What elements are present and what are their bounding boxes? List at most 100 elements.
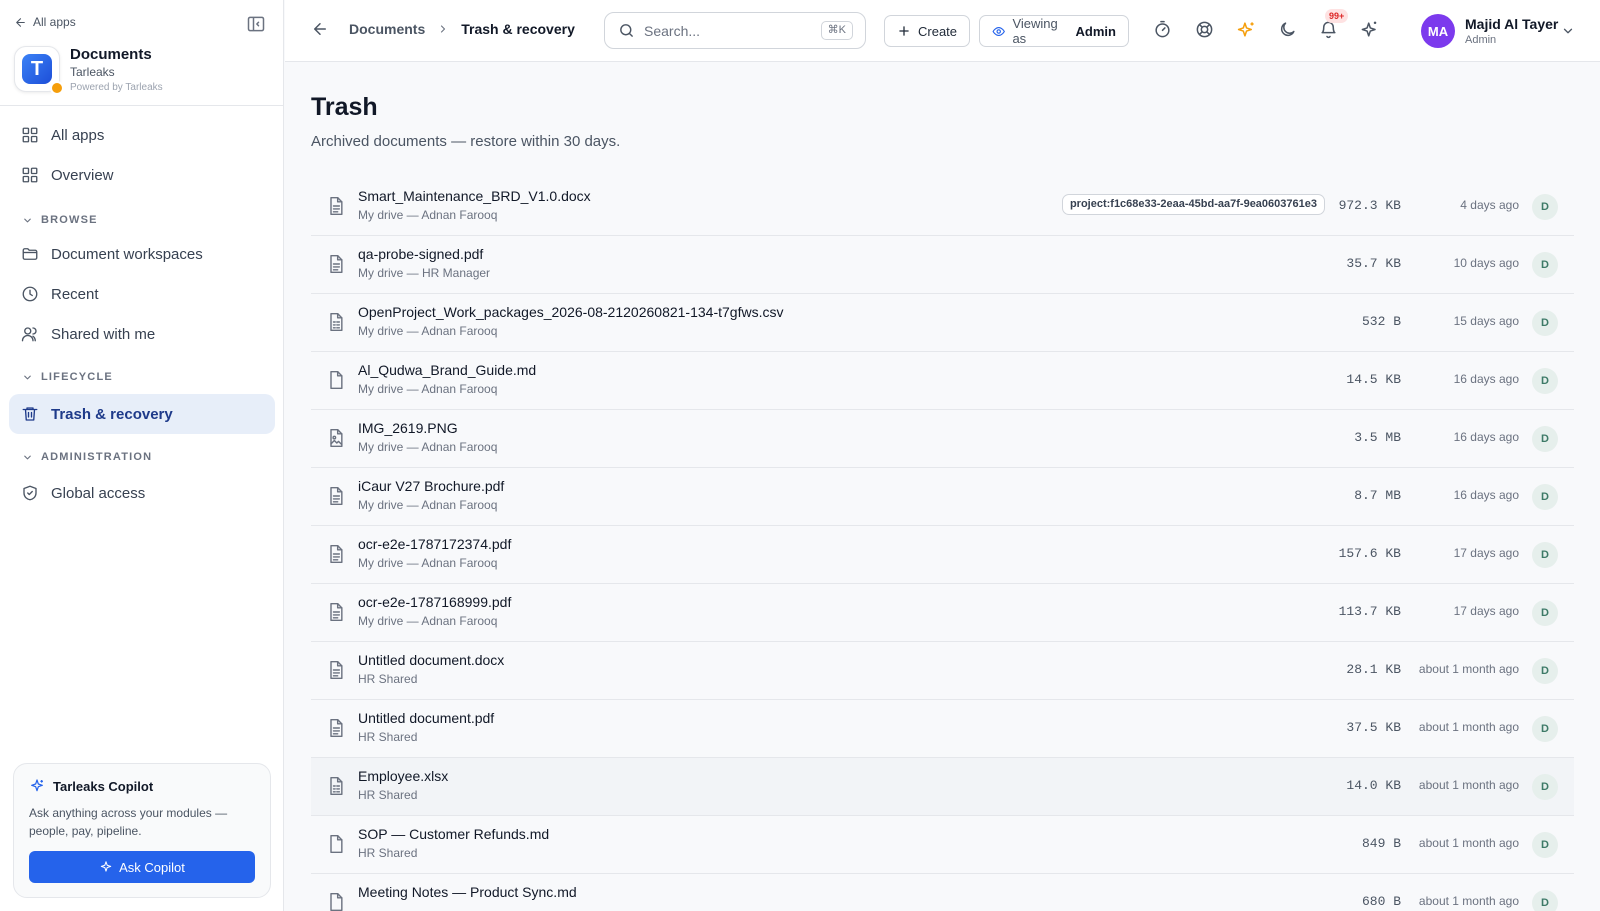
timer-button[interactable] <box>1153 20 1175 42</box>
file-date: 10 days ago <box>1453 256 1519 270</box>
sidebar-item-label: Overview <box>51 166 114 184</box>
file-row[interactable]: qa-probe-signed.pdf My drive — HR Manager… <box>311 236 1574 294</box>
grid-icon <box>22 167 38 183</box>
topbar: Documents Trash & recovery ⌘K Create Vie… <box>285 0 1600 62</box>
sidebar-item-label: All apps <box>51 126 105 144</box>
chevron-down-icon <box>24 375 31 379</box>
dark-mode-toggle[interactable] <box>1278 20 1300 42</box>
file-date: 16 days ago <box>1453 372 1519 386</box>
file-row[interactable]: Untitled document.docx HR Shared 28.1 KB ab… <box>311 642 1574 700</box>
lifebuoy-icon <box>1196 21 1213 38</box>
file-date: 15 days ago <box>1453 314 1519 328</box>
file-size: 849 B <box>1361 836 1401 851</box>
file-date: 4 days ago <box>1460 198 1519 212</box>
page-subtitle: Archived documents — restore within 30 d… <box>311 133 621 150</box>
ai-sparkle-button[interactable] <box>1237 20 1259 42</box>
owner-badge[interactable]: D <box>1532 832 1558 858</box>
owner-badge[interactable]: D <box>1532 600 1558 626</box>
back-button[interactable] <box>311 20 331 40</box>
owner-badge[interactable]: D <box>1532 194 1558 220</box>
owner-badge[interactable]: D <box>1532 484 1558 510</box>
owner-badge[interactable]: D <box>1532 890 1558 911</box>
app-title: Documents <box>70 46 152 63</box>
file-text-icon <box>326 254 346 276</box>
sidebar-collapse-button[interactable] <box>246 14 268 36</box>
breadcrumb: Documents Trash & recovery <box>349 21 575 37</box>
file-row[interactable]: Untitled document.pdf HR Shared 37.5 KB abo… <box>311 700 1574 758</box>
section-lifecycle-toggle[interactable]: LIFECYCLE <box>22 371 113 383</box>
notifications-button[interactable] <box>1319 20 1341 42</box>
section-browse-toggle[interactable]: BROWSE <box>22 214 98 226</box>
section-administration-toggle[interactable]: ADMINISTRATION <box>22 451 152 463</box>
owner-badge[interactable]: D <box>1532 310 1558 336</box>
file-name: Al_Qudwa_Brand_Guide.md <box>358 362 537 378</box>
sidebar-item-global-access[interactable]: Global access <box>9 474 275 512</box>
sidebar-item-trash-recovery[interactable]: Trash & recovery <box>9 394 275 434</box>
file-name: ocr-e2e-1787172374.pdf <box>358 536 512 552</box>
file-row[interactable]: ocr-e2e-1787168999.pdf My drive — Adnan F… <box>311 584 1574 642</box>
help-button[interactable] <box>1195 20 1217 42</box>
clock-icon <box>22 286 38 302</box>
search-box[interactable]: ⌘K <box>604 12 866 49</box>
file-row[interactable]: iCaur V27 Brochure.pdf My drive — Adnan F… <box>311 468 1574 526</box>
file-row[interactable]: IMG_2619.PNG My drive — Adnan Farooq 3.5 M… <box>311 410 1574 468</box>
sidebar-item-all-apps[interactable]: All apps <box>9 116 275 154</box>
file-date: about 1 month ago <box>1418 836 1519 850</box>
file-size: 532 B <box>1361 314 1401 329</box>
sidebar-item-recent[interactable]: Recent <box>9 275 275 313</box>
chevron-down-icon <box>24 218 31 222</box>
sidebar-item-document-workspaces[interactable]: Document workspaces <box>9 235 275 273</box>
create-label: Create <box>918 23 958 39</box>
notification-count-badge: 99+ <box>1325 9 1349 23</box>
owner-badge[interactable]: D <box>1532 252 1558 278</box>
user-role: Admin <box>1465 34 1497 46</box>
file-date: 17 days ago <box>1453 604 1519 618</box>
avatar: MA <box>1421 14 1455 48</box>
trash-icon <box>22 407 38 421</box>
section-title: BROWSE <box>41 214 98 226</box>
file-row[interactable]: Meeting Notes — Product Sync.md 680 B abou… <box>311 874 1574 911</box>
app-logo-mark: T <box>22 54 52 84</box>
folder-icon <box>22 248 38 260</box>
file-icon <box>326 370 346 392</box>
ask-copilot-button[interactable]: Ask Copilot <box>29 851 255 883</box>
all-apps-back-link[interactable]: All apps <box>14 15 76 29</box>
owner-badge[interactable]: D <box>1532 426 1558 452</box>
owner-badge[interactable]: D <box>1532 774 1558 800</box>
create-button[interactable]: Create <box>884 15 971 47</box>
search-input[interactable] <box>644 22 814 39</box>
arrow-left-icon <box>16 17 25 27</box>
section-title: LIFECYCLE <box>41 371 113 383</box>
file-text-icon <box>326 544 346 566</box>
file-row[interactable]: SOP — Customer Refunds.md HR Shared 849 B a… <box>311 816 1574 874</box>
file-row[interactable]: OpenProject_Work_packages_2026-08-212026… <box>311 294 1574 352</box>
copilot-card: Tarleaks Copilot Ask anything across you… <box>13 763 271 898</box>
owner-badge[interactable]: D <box>1532 658 1558 684</box>
file-row[interactable]: Employee.xlsx HR Shared 14.0 KB about 1 mon… <box>311 758 1574 816</box>
sidebar-item-overview[interactable]: Overview <box>9 156 275 194</box>
owner-badge[interactable]: D <box>1532 716 1558 742</box>
file-row[interactable]: Al_Qudwa_Brand_Guide.md My drive — Adnan … <box>311 352 1574 410</box>
sidebar-item-shared-with-me[interactable]: Shared with me <box>9 315 275 353</box>
file-location: My drive — Adnan Farooq <box>358 440 498 454</box>
user-menu-chevron[interactable] <box>1561 24 1575 38</box>
search-icon <box>620 24 633 37</box>
owner-badge[interactable]: D <box>1532 368 1558 394</box>
file-name: OpenProject_Work_packages_2026-08-212026… <box>358 304 784 320</box>
file-row[interactable]: ocr-e2e-1787172374.pdf My drive — Adnan F… <box>311 526 1574 584</box>
owner-badge[interactable]: D <box>1532 542 1558 568</box>
file-row[interactable]: Smart_Maintenance_BRD_V1.0.docx My drive … <box>311 178 1574 236</box>
file-name: Smart_Maintenance_BRD_V1.0.docx <box>358 188 591 204</box>
app-brand: T Documents Tarleaks Powered by Tarleaks <box>14 46 163 95</box>
powered-by: Powered by Tarleaks <box>70 82 163 93</box>
user-menu[interactable]: MA Majid Al Tayer Admin <box>1421 14 1558 48</box>
assistant-button[interactable] <box>1360 20 1382 42</box>
file-text-icon <box>326 486 346 508</box>
project-tag: project:f1c68e33-2eaa-45bd-aa7f-9ea06037… <box>1061 194 1325 215</box>
file-size: 28.1 KB <box>1346 662 1401 677</box>
org-name: Tarleaks <box>70 65 115 79</box>
viewing-as-button[interactable]: Viewing as Admin <box>979 15 1129 47</box>
breadcrumb-documents[interactable]: Documents <box>349 21 425 37</box>
users-icon <box>21 327 37 342</box>
file-location: My drive — Adnan Farooq <box>358 498 498 512</box>
